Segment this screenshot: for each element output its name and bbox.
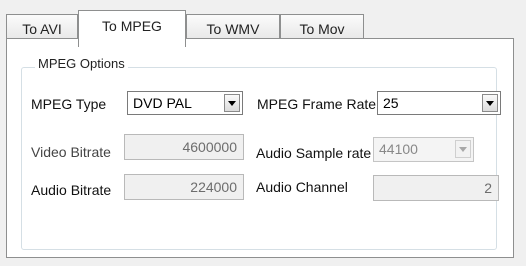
chevron-down-icon[interactable]: [482, 94, 498, 112]
audio-sample-rate-label: Audio Sample rate: [256, 145, 372, 161]
chevron-down-icon[interactable]: [455, 140, 471, 158]
mpeg-type-value: DVD PAL: [133, 95, 192, 111]
audio-sample-rate-value: 44100: [379, 141, 418, 157]
frame-rate-select[interactable]: 25: [377, 91, 501, 115]
video-bitrate-label: Video Bitrate: [31, 144, 111, 160]
mpeg-type-label: MPEG Type: [31, 96, 107, 112]
frame-rate-value: 25: [383, 95, 399, 111]
audio-bitrate-field[interactable]: 224000: [124, 174, 244, 200]
mpeg-type-select[interactable]: DVD PAL: [127, 91, 243, 115]
video-bitrate-field[interactable]: 4600000: [124, 134, 244, 160]
mpeg-options-title: MPEG Options: [35, 56, 128, 71]
audio-sample-rate-select[interactable]: 44100: [373, 137, 474, 162]
tab-to-mpeg[interactable]: To MPEG: [78, 10, 186, 47]
chevron-down-icon[interactable]: [224, 94, 240, 112]
audio-channel-label: Audio Channel: [256, 179, 348, 195]
audio-bitrate-label: Audio Bitrate: [31, 182, 112, 198]
frame-rate-label: MPEG Frame Rate: [257, 96, 377, 112]
audio-channel-field[interactable]: 2: [373, 175, 499, 201]
tab-page-mpeg: MPEG Options MPEG Type DVD PAL MPEG Fram…: [6, 38, 514, 258]
